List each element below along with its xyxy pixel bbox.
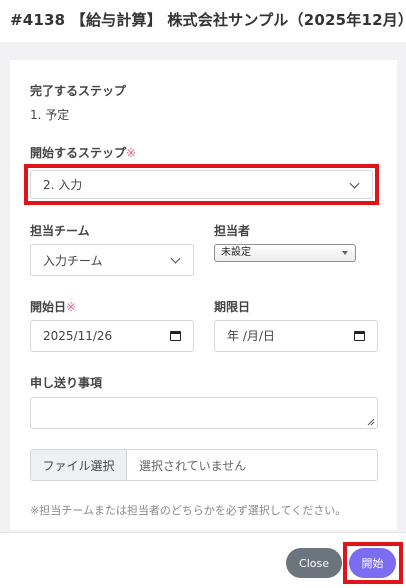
required-note: ※担当チームまたは担当者のどちらかを必ず選択してください。 [30, 504, 347, 517]
start-step-selected: 2. 入力 [43, 178, 83, 192]
form-panel: 完了するステップ 1. 予定 開始するステップ※ 2. 入力 担当チーム 入力チ… [10, 60, 397, 530]
modal-body: 完了するステップ 1. 予定 開始するステップ※ 2. 入力 担当チーム 入力チ… [0, 42, 406, 532]
start-step-label: 開始するステップ※ [30, 144, 136, 161]
start-step-label-text: 開始するステップ [30, 146, 127, 160]
team-selected: 入力チーム [43, 253, 103, 268]
complete-step-label: 完了するステップ [30, 84, 127, 98]
due-date-input[interactable]: 年 /月/日 [214, 320, 378, 352]
close-button[interactable]: Close [286, 548, 342, 578]
start-button[interactable]: 開始 [349, 548, 396, 578]
start-date-value: 2025/11/26 [43, 329, 113, 343]
assignee-selected: 未設定 [221, 247, 251, 258]
start-step-select[interactable]: 2. 入力 [30, 170, 373, 199]
team-label: 担当チーム [30, 224, 90, 238]
chevron-down-icon [170, 253, 181, 264]
handover-textarea[interactable] [30, 397, 378, 429]
required-mark: ※ [66, 300, 77, 314]
start-date-label-text: 開始日 [30, 300, 67, 314]
assignee-select[interactable]: 未設定 [214, 244, 356, 262]
resize-grip-icon[interactable] [367, 418, 375, 426]
file-status: 選択されていません [139, 458, 247, 473]
calendar-icon[interactable] [170, 331, 181, 341]
start-date-label: 開始日※ [30, 298, 76, 315]
due-date-placeholder: 年 /月/日 [227, 329, 275, 343]
team-select[interactable]: 入力チーム [30, 244, 194, 276]
file-select-button[interactable]: ファイル選択 [31, 450, 127, 480]
calendar-icon[interactable] [354, 331, 365, 341]
start-date-input[interactable]: 2025/11/26 [30, 320, 194, 352]
file-input[interactable]: ファイル選択 選択されていません [30, 449, 378, 481]
handover-label: 申し送り事項 [30, 376, 103, 390]
dropdown-arrow-icon [342, 251, 348, 255]
modal-footer: Close 開始 [0, 532, 406, 588]
chevron-down-icon [349, 178, 360, 189]
complete-step-value: 1. 予定 [30, 108, 70, 122]
assignee-label: 担当者 [214, 224, 251, 238]
required-mark: ※ [126, 146, 137, 160]
due-date-label: 期限日 [214, 300, 251, 314]
modal-title: #4138 【給与計算】 株式会社サンプル（2025年12月） [10, 11, 406, 29]
